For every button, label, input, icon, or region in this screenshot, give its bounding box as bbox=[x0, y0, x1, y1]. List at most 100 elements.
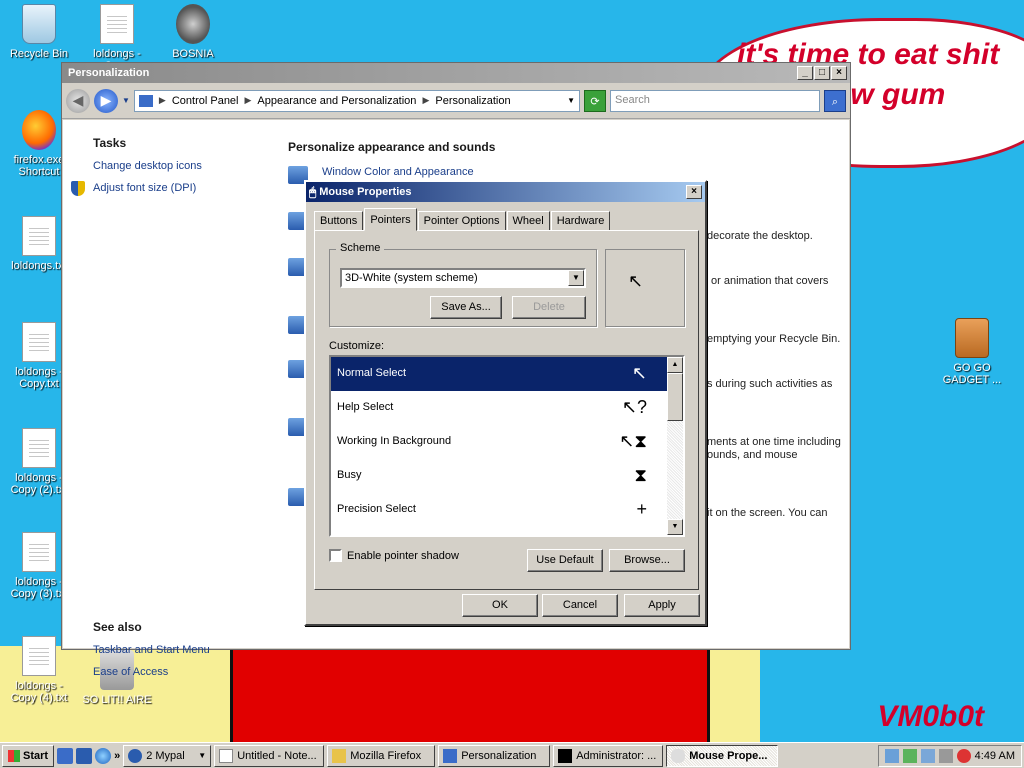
text-file-icon bbox=[22, 532, 56, 572]
taskbar-button-administrator[interactable]: Administrator: ... bbox=[553, 744, 664, 767]
show-desktop-icon[interactable] bbox=[57, 747, 74, 764]
task-adjust-font-size[interactable]: Adjust font size (DPI) bbox=[93, 182, 273, 194]
list-item[interactable]: Precision Select + bbox=[331, 493, 667, 527]
quick-launch-chevron-icon[interactable]: » bbox=[114, 750, 120, 762]
list-item[interactable]: Working In Background ↖⧗ bbox=[331, 425, 667, 459]
taskbar-button-notepad[interactable]: Untitled - Note... bbox=[214, 744, 325, 767]
mouse-icon bbox=[671, 748, 686, 763]
taskbar-button-mypal[interactable]: 2 Mypal ▼ bbox=[123, 744, 212, 767]
normal-select-cursor-icon: ↖ bbox=[631, 363, 647, 383]
desktop-icon-go-go-gadget[interactable]: GO GO GADGET ... bbox=[935, 318, 1009, 386]
browse-button[interactable]: Browse... bbox=[609, 549, 685, 572]
description-fragment: ounds, and mouse bbox=[707, 449, 798, 461]
scroll-thumb[interactable] bbox=[667, 373, 683, 421]
ok-button[interactable]: OK bbox=[462, 594, 538, 617]
taskbar-button-label: 2 Mypal bbox=[146, 749, 185, 762]
description-fragment: emptying your Recycle Bin. bbox=[707, 333, 841, 345]
network-icon[interactable] bbox=[884, 748, 899, 763]
group-dropdown-icon: ▼ bbox=[198, 751, 207, 760]
internet-explorer-icon[interactable] bbox=[95, 747, 112, 764]
link-ease-of-access[interactable]: Ease of Access bbox=[93, 666, 210, 678]
refresh-icon[interactable]: ⟳ bbox=[584, 89, 606, 112]
apply-button[interactable]: Apply bbox=[624, 594, 700, 617]
save-as-button[interactable]: Save As... bbox=[430, 296, 502, 319]
mouse-properties-dialog: 🖱 Mouse Properties × Buttons Pointers Po… bbox=[304, 180, 707, 626]
forward-button[interactable]: ▶ bbox=[94, 88, 118, 113]
mypal-icon bbox=[128, 748, 143, 763]
pointer-name: Busy bbox=[337, 469, 362, 481]
tab-hardware[interactable]: Hardware bbox=[550, 211, 611, 231]
recycle-bin-icon bbox=[22, 4, 56, 44]
address-bar: ◀ ▶ ▼ ▶ Control Panel ▶ Appearance and P… bbox=[62, 83, 850, 119]
dialog-close-button[interactable]: × bbox=[686, 185, 702, 199]
display-icon[interactable] bbox=[920, 748, 935, 763]
breadcrumb-separator-icon: ▶ bbox=[158, 95, 166, 105]
history-dropdown-icon[interactable]: ▼ bbox=[122, 96, 130, 105]
desktop-icon-label: BOSNIA bbox=[172, 48, 214, 60]
back-button[interactable]: ◀ bbox=[66, 88, 90, 113]
tab-buttons[interactable]: Buttons bbox=[314, 211, 364, 231]
desktop-icon-label: SO LIT!! AIRE bbox=[82, 694, 152, 706]
maximize-button[interactable]: □ bbox=[814, 66, 830, 80]
close-button[interactable]: × bbox=[831, 66, 847, 80]
safely-remove-icon[interactable] bbox=[902, 748, 917, 763]
help-select-cursor-icon: ↖? bbox=[621, 397, 647, 417]
desktop-icon-bosnia[interactable]: BOSNIA bbox=[156, 4, 230, 60]
cancel-button[interactable]: Cancel bbox=[542, 594, 618, 617]
wallpaper-red-shape bbox=[230, 646, 710, 746]
search-icon[interactable]: ⌕ bbox=[824, 89, 846, 112]
link-window-color[interactable]: Window Color and Appearance bbox=[288, 166, 829, 178]
search-input[interactable]: Search bbox=[610, 89, 820, 112]
warning-icon[interactable] bbox=[956, 748, 971, 763]
task-change-desktop-icons[interactable]: Change desktop icons bbox=[93, 160, 273, 172]
main-heading: Personalize appearance and sounds bbox=[288, 140, 496, 154]
desktop-icon-label: loldongs - Copy (4).txt bbox=[10, 680, 68, 704]
tab-pointers[interactable]: Pointers bbox=[364, 208, 417, 231]
dialog-titlebar[interactable]: 🖱 Mouse Properties × bbox=[306, 182, 705, 202]
chevron-down-icon[interactable]: ▼ bbox=[568, 270, 584, 286]
customize-label: Customize: bbox=[329, 340, 385, 352]
windows-flag-icon bbox=[8, 749, 20, 762]
use-default-button[interactable]: Use Default bbox=[527, 549, 603, 572]
taskbar-button-label: Administrator: ... bbox=[576, 749, 657, 762]
minimize-button[interactable]: _ bbox=[797, 66, 813, 80]
tab-pointer-options[interactable]: Pointer Options bbox=[417, 211, 506, 231]
clock[interactable]: 4:49 AM bbox=[975, 750, 1015, 762]
checkbox-box[interactable] bbox=[329, 549, 342, 562]
breadcrumb[interactable]: ▶ Control Panel ▶ Appearance and Persona… bbox=[133, 89, 580, 112]
dialog-title: Mouse Properties bbox=[319, 186, 412, 198]
switch-windows-icon[interactable] bbox=[76, 747, 93, 764]
list-item[interactable]: Normal Select ↖ bbox=[331, 357, 667, 391]
scroll-down-icon[interactable]: ▼ bbox=[667, 519, 683, 535]
start-button[interactable]: Start bbox=[2, 744, 55, 767]
speaker-icon[interactable] bbox=[938, 748, 953, 763]
briefcase-icon bbox=[955, 318, 989, 358]
taskbar-button-mouse-properties[interactable]: Mouse Prope... bbox=[666, 744, 779, 767]
scroll-up-icon[interactable]: ▲ bbox=[667, 357, 683, 373]
scheme-group: Scheme 3D-White (system scheme) ▼ Save A… bbox=[329, 242, 597, 327]
list-scrollbar[interactable]: ▲ ▼ bbox=[667, 357, 683, 535]
address-dropdown-icon[interactable]: ▼ bbox=[567, 96, 575, 105]
see-also: See also Taskbar and Start Menu Ease of … bbox=[93, 620, 210, 688]
mouse-icon: 🖱 bbox=[309, 184, 317, 199]
desktop-icon-recycle-bin[interactable]: Recycle Bin bbox=[2, 4, 76, 60]
delete-button[interactable]: Delete bbox=[512, 296, 586, 319]
link-taskbar-start-menu[interactable]: Taskbar and Start Menu bbox=[93, 644, 210, 656]
tasks-pane: Tasks Change desktop icons Adjust font s… bbox=[63, 120, 273, 678]
pointer-shadow-checkbox[interactable]: Enable pointer shadow bbox=[329, 549, 459, 562]
taskbar-button-firefox[interactable]: Mozilla Firefox bbox=[327, 744, 436, 767]
pointer-list[interactable]: Normal Select ↖ Help Select ↖? Working I… bbox=[329, 355, 685, 537]
breadcrumb-item[interactable]: Control Panel bbox=[172, 95, 239, 107]
pointers-panel: Scheme 3D-White (system scheme) ▼ Save A… bbox=[314, 230, 699, 590]
tasks-heading: Tasks bbox=[93, 136, 127, 150]
list-item[interactable]: Busy ⧗ bbox=[331, 459, 667, 493]
list-item[interactable]: Help Select ↖? bbox=[331, 391, 667, 425]
scheme-select[interactable]: 3D-White (system scheme) ▼ bbox=[340, 268, 586, 288]
precision-cursor-icon: + bbox=[636, 499, 647, 519]
taskbar-button-personalization[interactable]: Personalization bbox=[438, 744, 551, 767]
taskbar: Start » 2 Mypal ▼ Untitled - Note... Moz… bbox=[0, 742, 1024, 768]
breadcrumb-item[interactable]: Appearance and Personalization bbox=[257, 95, 416, 107]
personalization-titlebar[interactable]: Personalization _ □ × bbox=[62, 63, 850, 83]
breadcrumb-item[interactable]: Personalization bbox=[435, 95, 510, 107]
tab-wheel[interactable]: Wheel bbox=[506, 211, 550, 231]
